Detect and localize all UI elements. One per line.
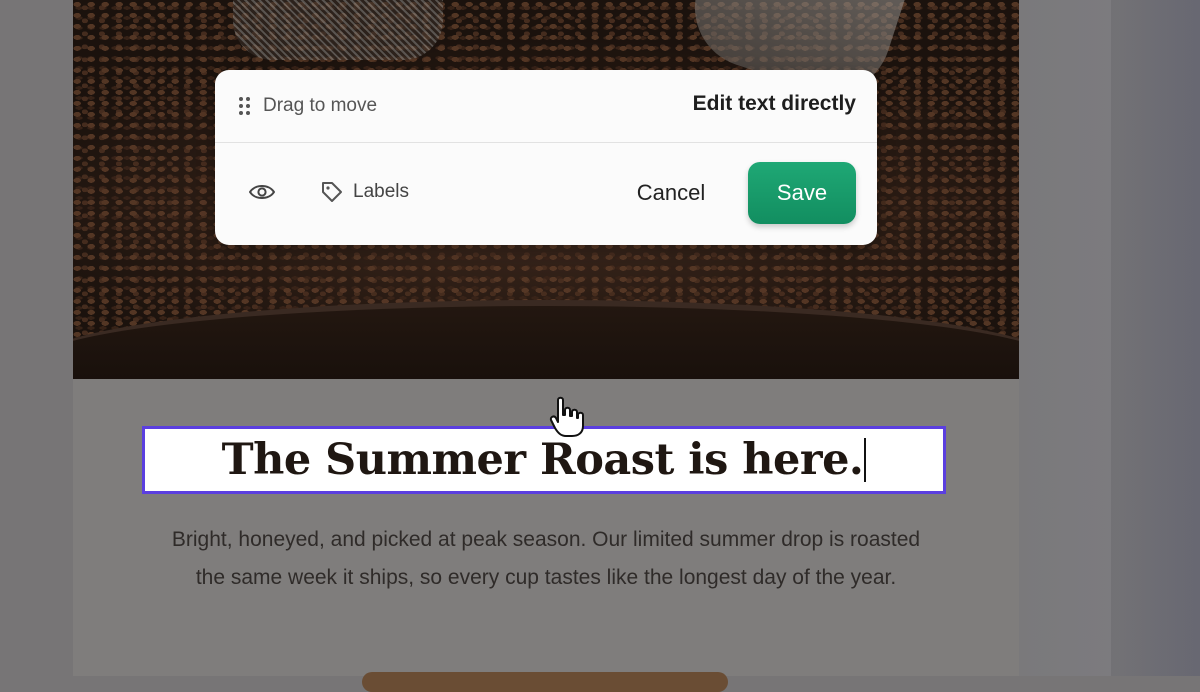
headline-text[interactable]: The Summer Roast is here. [222, 435, 864, 485]
toolbar-header: Drag to move Edit text directly [215, 70, 877, 143]
save-button[interactable]: Save [748, 162, 856, 224]
labels-label: Labels [353, 181, 409, 202]
eye-icon [249, 185, 275, 199]
drag-label: Drag to move [263, 95, 378, 116]
cta-button[interactable] [362, 672, 728, 692]
tag-icon [322, 182, 342, 202]
hand-pointer-icon [549, 396, 584, 437]
preview-button[interactable] [247, 177, 277, 207]
mode-label: Edit text directly [692, 92, 856, 115]
sieve-shape [233, 0, 443, 60]
edit-toolbar: Drag to move Edit text directly Labels C… [215, 70, 877, 245]
text-caret [864, 438, 867, 482]
drag-handle[interactable]: Drag to move [239, 92, 377, 120]
headline-editor[interactable]: The Summer Roast is here. [142, 426, 946, 494]
drag-grip-icon [239, 97, 251, 115]
right-gutter [1019, 0, 1200, 676]
cancel-button[interactable]: Cancel [619, 171, 723, 215]
body-paragraph[interactable]: Bright, honeyed, and picked at peak seas… [160, 521, 932, 597]
toolbar-actions: Labels Cancel Save [215, 143, 877, 245]
labels-button[interactable]: Labels [321, 177, 409, 207]
